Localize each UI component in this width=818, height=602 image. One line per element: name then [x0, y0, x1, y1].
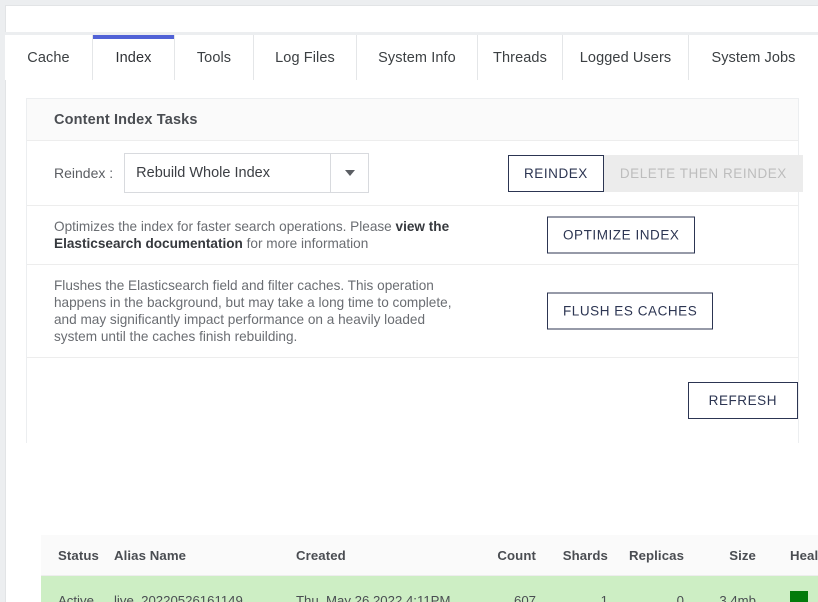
reindex-select[interactable]: Rebuild Whole Index — [124, 153, 369, 193]
table-row[interactable]: Activelive_20220526161149Thu, May 26 202… — [41, 576, 818, 602]
flush-caches-row: Flushes the Elasticsearch field and filt… — [27, 265, 798, 358]
index-table: StatusAlias NameCreatedCountShardsReplic… — [41, 535, 818, 602]
refresh-button[interactable]: REFRESH — [688, 382, 798, 419]
flush-description: Flushes the Elasticsearch field and filt… — [54, 277, 454, 345]
health-status-indicator — [790, 591, 808, 602]
column-header-count: Count — [476, 535, 554, 576]
tab-label: Log Files — [275, 50, 335, 66]
tab-bar: Cache Index Tools Log Files System Info Threa… — [5, 35, 818, 80]
flush-action: FLUSH ES CACHES — [547, 293, 713, 330]
index-table-wrapper: StatusAlias NameCreatedCountShardsReplic… — [41, 535, 804, 602]
tab-label: System Info — [378, 50, 456, 66]
app-root: Cache Index Tools Log Files System Info Threa… — [0, 0, 818, 602]
reindex-label: Reindex : — [54, 165, 113, 181]
reindex-button[interactable]: REINDEX — [508, 155, 604, 192]
column-header-alias: Alias Name — [114, 535, 296, 576]
tab-label: Index — [116, 50, 152, 66]
cell-size: 3.4mb — [706, 576, 770, 602]
table-header-row: StatusAlias NameCreatedCountShardsReplic… — [41, 535, 818, 576]
cell-count: 607 — [476, 576, 554, 602]
column-header-created: Created — [296, 535, 476, 576]
tab-tools[interactable]: Tools — [175, 35, 254, 80]
tab-index[interactable]: Index — [93, 35, 175, 80]
page-title: Content Index Tasks — [54, 112, 198, 128]
tab-label: Threads — [493, 50, 547, 66]
cell-created: Thu, May 26 2022 4:11PM — [296, 576, 476, 602]
card-header: Content Index Tasks — [27, 99, 798, 141]
tab-threads[interactable]: Threads — [478, 35, 563, 80]
content-panel: Content Index Tasks Reindex : Rebuild Wh… — [5, 80, 818, 602]
chevron-down-icon[interactable] — [330, 154, 368, 192]
cell-health — [770, 576, 818, 602]
tab-system-jobs[interactable]: System Jobs — [689, 35, 818, 80]
column-header-health: Health — [770, 535, 818, 576]
column-header-status: Status — [41, 535, 114, 576]
optimize-description-pre: Optimizes the index for faster search op… — [54, 219, 396, 234]
reindex-row: Reindex : Rebuild Whole Index REINDEX DE… — [27, 141, 798, 206]
optimize-index-button[interactable]: OPTIMIZE INDEX — [547, 217, 695, 254]
tab-cache[interactable]: Cache — [5, 35, 93, 80]
tab-logged-users[interactable]: Logged Users — [563, 35, 689, 80]
reindex-select-value[interactable]: Rebuild Whole Index — [125, 154, 330, 192]
optimize-description-post: for more information — [243, 236, 368, 251]
top-white-strip — [5, 5, 818, 32]
tab-label: Tools — [197, 50, 231, 66]
tab-system-info[interactable]: System Info — [357, 35, 478, 80]
index-table-head: StatusAlias NameCreatedCountShardsReplic… — [41, 535, 818, 576]
column-header-size: Size — [706, 535, 770, 576]
optimize-action: OPTIMIZE INDEX — [547, 217, 695, 254]
content-index-tasks-card: Content Index Tasks Reindex : Rebuild Wh… — [26, 98, 799, 443]
cell-replicas: 0 — [628, 576, 706, 602]
column-header-replicas: Replicas — [628, 535, 706, 576]
tab-log-files[interactable]: Log Files — [254, 35, 357, 80]
tab-label: Logged Users — [580, 50, 671, 66]
optimize-description: Optimizes the index for faster search op… — [54, 218, 454, 252]
reindex-actions: REINDEX DELETE THEN REINDEX — [508, 155, 803, 192]
column-header-shards: Shards — [554, 535, 628, 576]
index-table-body: Activelive_20220526161149Thu, May 26 202… — [41, 576, 818, 602]
tab-label: Cache — [27, 50, 69, 66]
refresh-row: REFRESH — [27, 358, 798, 443]
cell-alias: live_20220526161149 — [114, 576, 296, 602]
delete-then-reindex-button: DELETE THEN REINDEX — [604, 155, 803, 192]
cell-shards: 1 — [554, 576, 628, 602]
cell-status: Active — [41, 576, 114, 602]
optimize-index-row: Optimizes the index for faster search op… — [27, 206, 798, 265]
flush-es-caches-button[interactable]: FLUSH ES CACHES — [547, 293, 713, 330]
tab-label: System Jobs — [711, 50, 795, 66]
